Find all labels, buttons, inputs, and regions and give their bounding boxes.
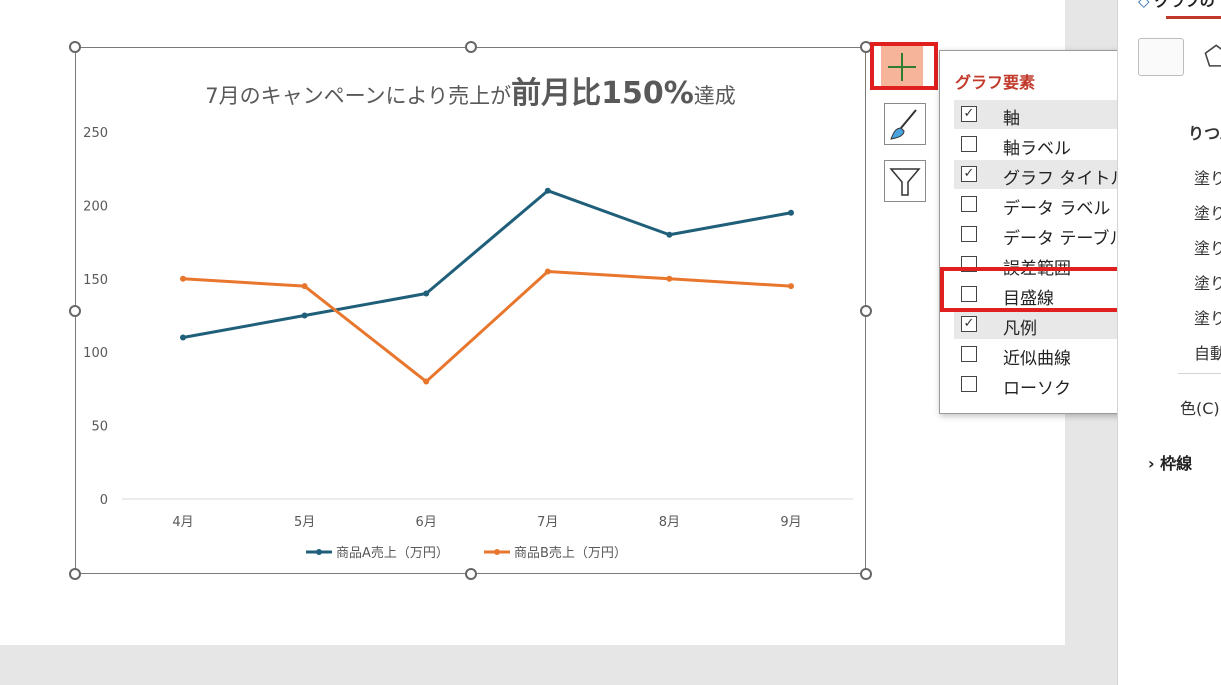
pane-title-underline xyxy=(1166,16,1221,19)
resize-handle-top-left[interactable] xyxy=(69,41,81,53)
popup-item[interactable]: 近似曲線 xyxy=(954,340,1120,369)
pane-row-3[interactable]: 塗り xyxy=(1194,235,1221,259)
x-tick-label: 7月 xyxy=(537,515,558,530)
chart-area[interactable]: 7月のキャンペーンにより売上が前月比150%達成 0 50 100 150 200 250… xyxy=(75,47,866,574)
resize-handle-right[interactable] xyxy=(860,305,872,317)
data-point xyxy=(301,312,308,319)
data-point xyxy=(423,378,430,385)
chart-elements-plus-icon xyxy=(888,53,916,81)
popup-item[interactable]: ✓ グラフ タイトル xyxy=(954,160,1127,189)
data-point xyxy=(788,283,794,290)
checkbox[interactable] xyxy=(961,256,977,272)
resize-handle-bottom-right[interactable] xyxy=(860,568,872,580)
data-point xyxy=(180,334,186,341)
data-point xyxy=(423,290,430,297)
y-tick-label: 50 xyxy=(91,420,108,435)
data-point xyxy=(666,275,673,282)
legend-label: 商品B売上（万円） xyxy=(514,545,627,561)
popup-item[interactable]: ✓ 凡例 xyxy=(954,310,1120,339)
pane-title: ◇ グラフの xyxy=(1138,0,1215,10)
checkbox[interactable]: ✓ xyxy=(961,106,977,122)
pane-row-6[interactable]: 自動 xyxy=(1194,340,1221,364)
legend-marker xyxy=(316,549,322,555)
popup-item-label: ローソク xyxy=(1003,379,1071,399)
pane-color-label[interactable]: 色(C) xyxy=(1180,395,1220,419)
resize-handle-bottom[interactable] xyxy=(465,568,477,580)
checkbox[interactable] xyxy=(961,346,977,362)
pane-border-label: 枠線 xyxy=(1160,454,1193,473)
chevron-right-icon: › xyxy=(1148,454,1155,473)
y-tick-label: 250 xyxy=(83,126,108,141)
data-point xyxy=(788,209,794,216)
checkbox[interactable] xyxy=(961,136,977,152)
x-tick-label: 4月 xyxy=(172,515,193,530)
data-point xyxy=(301,283,308,290)
x-tick-label: 8月 xyxy=(659,515,680,530)
pane-section-fill: りつぶ xyxy=(1188,124,1221,143)
popup-item-label: 軸ラベル xyxy=(1003,139,1071,159)
series-line xyxy=(182,189,792,339)
checkbox[interactable] xyxy=(961,226,977,242)
popup-item[interactable]: 軸ラベル xyxy=(954,130,1120,159)
checkbox[interactable] xyxy=(961,286,977,302)
pane-row-4[interactable]: 塗り xyxy=(1194,270,1221,294)
y-tick-label: 100 xyxy=(83,346,108,361)
legend-marker xyxy=(494,549,500,555)
popup-item[interactable]: ✓ 軸 xyxy=(954,100,1120,129)
popup-item-label: データ ラベル xyxy=(1003,199,1111,219)
popup-item-label: 凡例 xyxy=(1003,319,1037,339)
pane-row-2[interactable]: 塗り xyxy=(1194,200,1221,224)
popup-item[interactable]: データ テーブル xyxy=(954,220,1126,249)
checkbox[interactable]: ✓ xyxy=(961,166,977,182)
fill-line-tab-icon[interactable] xyxy=(1138,38,1184,76)
x-tick-label: 5月 xyxy=(294,515,315,530)
checkbox[interactable] xyxy=(961,196,977,212)
popup-item-label: 目盛線 xyxy=(1003,289,1054,309)
chart-styles-button[interactable] xyxy=(884,103,926,145)
popup-item-label: データ テーブル xyxy=(1003,229,1127,249)
pentagon-icon[interactable]: ⬠ xyxy=(1204,40,1221,73)
resize-handle-top[interactable] xyxy=(465,41,477,53)
popup-item[interactable]: 誤差範囲 xyxy=(954,250,1120,279)
x-tick-label: 6月 xyxy=(416,515,437,530)
pane-row-5[interactable]: 塗り xyxy=(1194,305,1221,329)
popup-item-label: グラフ タイトル xyxy=(1003,169,1128,189)
series-line xyxy=(182,269,792,384)
popup-item[interactable]: 目盛線 xyxy=(954,280,1120,309)
popup-title: グラフ要素 xyxy=(955,73,1036,92)
resize-handle-top-right[interactable] xyxy=(860,41,872,53)
data-point xyxy=(180,275,186,282)
popup-item[interactable]: ローソク xyxy=(954,370,1120,399)
pane-row-1[interactable]: 塗り xyxy=(1194,165,1221,189)
pane-border-expander[interactable]: › 枠線 xyxy=(1148,450,1192,474)
paintbrush-icon xyxy=(890,109,917,140)
y-tick-label: 200 xyxy=(83,199,108,214)
plot-area[interactable]: 0 50 100 150 200 250 4月 5月 6月 7月 8月 9月商品A売上（万円） 商品B売… xyxy=(76,48,865,573)
checkbox[interactable] xyxy=(961,376,977,392)
popup-item-label: 軸 xyxy=(1003,109,1020,129)
checkbox[interactable]: ✓ xyxy=(961,316,977,332)
data-point xyxy=(666,231,673,238)
format-pane: ◇ グラフの ⬠ りつぶ 塗り 塗り 塗り 塗り 塗り 自動 色(C) › 枠線 xyxy=(1117,0,1221,685)
resize-handle-left[interactable] xyxy=(69,305,81,317)
popup-item-label: 近似曲線 xyxy=(1003,349,1071,369)
legend-label: 商品A売上（万円） xyxy=(336,545,449,561)
y-tick-label: 150 xyxy=(83,273,108,288)
y-tick-label: 0 xyxy=(100,493,108,508)
resize-handle-bottom-left[interactable] xyxy=(69,568,81,580)
popup-item-label: 誤差範囲 xyxy=(1003,259,1071,279)
funnel-icon xyxy=(889,168,921,196)
data-point xyxy=(544,187,551,194)
pane-divider xyxy=(1178,373,1221,374)
x-tick-label: 9月 xyxy=(780,515,801,530)
chart-filters-button[interactable] xyxy=(884,160,926,202)
chart-elements-button[interactable] xyxy=(881,46,923,88)
popup-item[interactable]: データ ラベル xyxy=(954,190,1120,219)
data-point xyxy=(544,268,551,275)
